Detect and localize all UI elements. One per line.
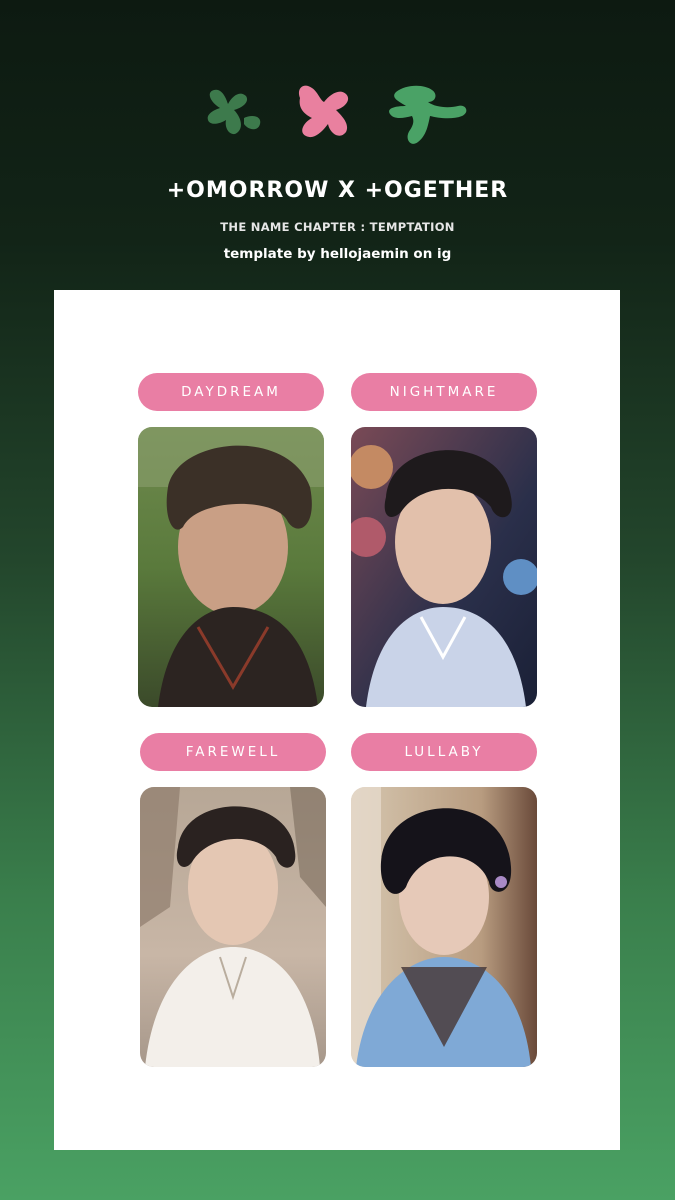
header: +OMORROW X +OGETHER THE NAME CHAPTER : T…	[0, 0, 675, 290]
photocard-daydream[interactable]	[138, 427, 324, 707]
template-panel: DAYDREAM NIGHTMARE FAREWELL LULLABY	[54, 290, 620, 1150]
chapter-subtitle: THE NAME CHAPTER : TEMPTATION	[220, 220, 455, 234]
txt-logo-icon	[207, 85, 467, 144]
portrait-photo-icon	[351, 427, 537, 707]
portrait-photo-icon	[140, 787, 326, 1067]
template-credit: template by hellojaemin on ig	[223, 246, 452, 262]
label-pill-daydream[interactable]: DAYDREAM	[138, 373, 324, 411]
portrait-photo-icon	[138, 427, 324, 707]
label-pill-farewell[interactable]: FAREWELL	[140, 733, 326, 771]
photocard-lullaby[interactable]	[351, 787, 537, 1067]
portrait-photo-icon	[351, 787, 537, 1067]
photocard-farewell[interactable]	[140, 787, 326, 1067]
brand-title: +OMORROW X +OGETHER	[166, 178, 509, 203]
label-pill-lullaby[interactable]: LULLABY	[351, 733, 537, 771]
photocard-nightmare[interactable]	[351, 427, 537, 707]
label-pill-nightmare[interactable]: NIGHTMARE	[351, 373, 537, 411]
